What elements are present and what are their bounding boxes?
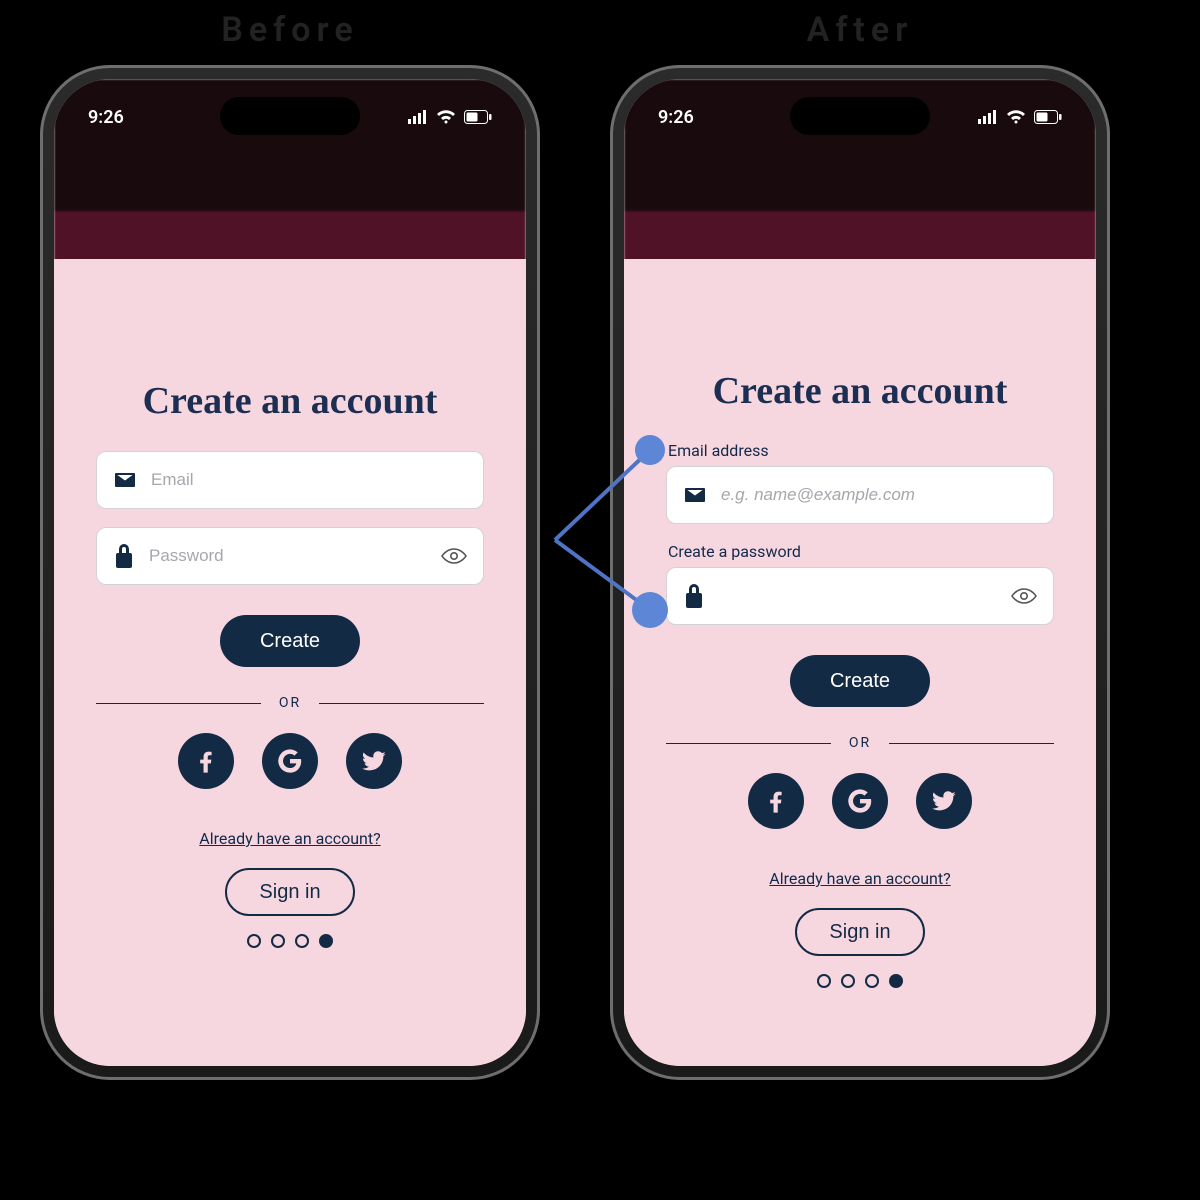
password-input[interactable]	[149, 546, 427, 566]
page-dot-active[interactable]	[889, 974, 903, 988]
eye-icon[interactable]	[1011, 586, 1037, 606]
page-title: Create an account	[666, 369, 1054, 413]
twitter-icon	[930, 787, 958, 815]
wifi-icon	[436, 110, 456, 124]
create-button[interactable]: Create	[790, 655, 930, 707]
battery-icon	[1034, 110, 1062, 124]
or-divider: OR	[96, 695, 484, 711]
facebook-icon	[192, 747, 220, 775]
caption-before: Before	[40, 10, 540, 50]
page-dot[interactable]	[247, 934, 261, 948]
cellular-icon	[408, 110, 428, 124]
password-field[interactable]	[96, 527, 484, 585]
cellular-icon	[978, 110, 998, 124]
page-dot[interactable]	[865, 974, 879, 988]
status-bar: 9:26	[54, 97, 526, 137]
create-button[interactable]: Create	[220, 615, 360, 667]
facebook-icon	[762, 787, 790, 815]
status-bar: 9:26	[624, 97, 1096, 137]
google-icon	[846, 787, 874, 815]
page-dot[interactable]	[817, 974, 831, 988]
caption-after: After	[610, 10, 1110, 50]
password-label: Create a password	[668, 542, 1052, 561]
email-input[interactable]	[721, 485, 1037, 505]
mail-icon	[683, 483, 707, 507]
facebook-button[interactable]	[178, 733, 234, 789]
lock-icon	[113, 544, 135, 568]
page-dot[interactable]	[271, 934, 285, 948]
phone-before: 9:26 Create an account C	[40, 65, 540, 1080]
page-dots	[96, 934, 484, 948]
twitter-icon	[360, 747, 388, 775]
twitter-button[interactable]	[916, 773, 972, 829]
battery-icon	[464, 110, 492, 124]
signin-button[interactable]: Sign in	[225, 868, 355, 916]
signin-button[interactable]: Sign in	[795, 908, 925, 956]
status-time: 9:26	[88, 107, 124, 128]
google-button[interactable]	[832, 773, 888, 829]
page-dots	[666, 974, 1054, 988]
google-button[interactable]	[262, 733, 318, 789]
already-have-account-link[interactable]: Already have an account?	[96, 829, 484, 848]
facebook-button[interactable]	[748, 773, 804, 829]
password-input[interactable]	[719, 586, 997, 606]
phone-after: 9:26 Create an account Email address Cre…	[610, 65, 1110, 1080]
already-have-account-link[interactable]: Already have an account?	[666, 869, 1054, 888]
email-label: Email address	[668, 441, 1052, 460]
google-icon	[276, 747, 304, 775]
page-title: Create an account	[96, 379, 484, 423]
page-dot-active[interactable]	[319, 934, 333, 948]
lock-icon	[683, 584, 705, 608]
twitter-button[interactable]	[346, 733, 402, 789]
eye-icon[interactable]	[441, 546, 467, 566]
email-input[interactable]	[151, 470, 467, 490]
or-divider: OR	[666, 735, 1054, 751]
status-time: 9:26	[658, 107, 694, 128]
password-field[interactable]	[666, 567, 1054, 625]
page-dot[interactable]	[841, 974, 855, 988]
email-field[interactable]	[666, 466, 1054, 524]
email-field[interactable]	[96, 451, 484, 509]
page-dot[interactable]	[295, 934, 309, 948]
mail-icon	[113, 468, 137, 492]
wifi-icon	[1006, 110, 1026, 124]
